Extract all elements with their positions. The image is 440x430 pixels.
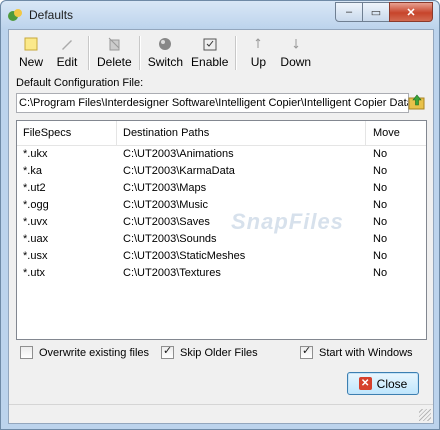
enable-icon: [203, 38, 217, 51]
toolbar-separator: [235, 36, 238, 70]
minimize-icon: –: [345, 6, 353, 18]
cell-filespec: *.ka: [23, 165, 42, 177]
cell-filespec: *.utx: [23, 267, 46, 279]
cell-destination: C:\UT2003\Maps: [123, 182, 207, 194]
cell-destination: C:\UT2003\Animations: [123, 148, 234, 160]
edit-label: Edit: [56, 55, 78, 69]
down-label: Down: [280, 55, 312, 69]
overwrite-checkbox[interactable]: Overwrite existing files: [20, 346, 149, 359]
column-header-filespecs[interactable]: FileSpecs: [23, 127, 71, 139]
window-close-icon: ✕: [406, 6, 416, 19]
skip-older-label: Skip Older Files: [180, 346, 258, 359]
table-row[interactable]: *.ukx C:\UT2003\Animations No: [17, 146, 426, 163]
down-icon: [293, 39, 299, 49]
window-title: Defaults: [29, 8, 74, 22]
cell-destination: C:\UT2003\Textures: [123, 267, 221, 279]
toolbar-separator: [88, 36, 90, 70]
cell-filespec: *.uvx: [23, 216, 48, 228]
table-row[interactable]: *.ka C:\UT2003\KarmaData No: [17, 163, 426, 180]
table-row[interactable]: *.utx C:\UT2003\Textures No: [17, 265, 426, 282]
browse-folder-icon[interactable]: [407, 92, 427, 112]
dialog-body: New Edit Delete Switch Enable Up Down De…: [8, 29, 434, 424]
switch-icon: [159, 38, 172, 50]
cell-move: No: [373, 267, 388, 279]
minimize-button[interactable]: –: [335, 2, 363, 22]
maximize-icon: ▭: [370, 6, 382, 19]
cell-move: No: [373, 233, 388, 245]
up-label: Up: [250, 55, 267, 69]
app-icon: [8, 9, 22, 21]
new-button[interactable]: New: [13, 36, 49, 69]
cell-destination: C:\UT2003\Saves: [123, 216, 210, 228]
enable-button[interactable]: Enable: [187, 36, 232, 69]
cell-filespec: *.usx: [23, 250, 48, 262]
cell-move: No: [373, 250, 388, 262]
list-header: FileSpecs Destination Paths Move: [17, 121, 426, 146]
cell-move: No: [373, 182, 388, 194]
cell-filespec: *.uax: [23, 233, 49, 245]
close-button[interactable]: ✕ Close: [347, 372, 419, 395]
toolbar: New Edit Delete Switch Enable Up Down: [13, 36, 315, 74]
toolbar-separator: [138, 36, 141, 70]
cell-move: No: [373, 148, 388, 160]
window-close-button[interactable]: ✕: [389, 2, 433, 22]
switch-button[interactable]: Switch: [144, 36, 187, 69]
table-row[interactable]: *.usx C:\UT2003\StaticMeshes No: [17, 248, 426, 265]
column-divider[interactable]: [116, 121, 117, 145]
cell-move: No: [373, 216, 388, 228]
cell-filespec: *.ut2: [23, 182, 46, 194]
title-bar[interactable]: Defaults – ▭ ✕: [1, 1, 439, 29]
checkbox-box[interactable]: [20, 346, 33, 359]
cell-destination: C:\UT2003\StaticMeshes: [123, 250, 246, 262]
window-controls: – ▭ ✕: [335, 2, 433, 22]
column-divider[interactable]: [365, 121, 366, 145]
table-row[interactable]: *.uax C:\UT2003\Sounds No: [17, 231, 426, 248]
close-label: Close: [376, 376, 408, 391]
config-file-label: Default Configuration File:: [16, 77, 144, 89]
switch-label: Switch: [147, 55, 184, 69]
cell-destination: C:\UT2003\KarmaData: [123, 165, 235, 177]
filespec-list[interactable]: FileSpecs Destination Paths Move *.ukx C:…: [16, 120, 427, 340]
maximize-button[interactable]: ▭: [362, 2, 390, 22]
resize-grip-icon[interactable]: [419, 409, 431, 421]
skip-older-checkbox[interactable]: Skip Older Files: [161, 344, 258, 359]
enable-label: Enable: [191, 55, 229, 69]
edit-icon: [62, 40, 72, 50]
cell-move: No: [373, 199, 388, 211]
table-row[interactable]: *.ut2 C:\UT2003\Maps No: [17, 180, 426, 197]
table-row[interactable]: *.ogg C:\UT2003\Music No: [17, 197, 426, 214]
checkbox-box[interactable]: [300, 344, 313, 359]
start-windows-checkbox[interactable]: Start with Windows: [300, 344, 413, 359]
delete-button[interactable]: Delete: [93, 36, 136, 69]
checkbox-box[interactable]: [161, 344, 174, 359]
table-row[interactable]: *.uvx C:\UT2003\Saves No: [17, 214, 426, 231]
config-file-field[interactable]: C:\Program Files\Interdesigner Software\…: [16, 93, 409, 113]
up-icon: [256, 38, 261, 48]
new-icon: [24, 37, 38, 51]
up-button[interactable]: Up: [240, 36, 276, 69]
cell-filespec: *.ogg: [23, 199, 49, 211]
new-label: New: [18, 55, 43, 69]
status-bar: [9, 404, 433, 423]
delete-icon: [108, 37, 120, 51]
cell-destination: C:\UT2003\Music: [123, 199, 208, 211]
start-windows-label: Start with Windows: [319, 346, 413, 359]
cell-filespec: *.ukx: [23, 148, 48, 160]
window: Defaults – ▭ ✕ New Edit Delete Switch En…: [0, 0, 440, 430]
cell-move: No: [373, 165, 388, 177]
close-icon: ✕: [358, 377, 372, 390]
down-button[interactable]: Down: [276, 36, 315, 69]
column-header-move[interactable]: Move: [373, 127, 400, 139]
delete-label: Delete: [97, 55, 132, 69]
column-header-destination[interactable]: Destination Paths: [123, 127, 209, 139]
edit-button[interactable]: Edit: [49, 36, 85, 69]
cell-destination: C:\UT2003\Sounds: [123, 233, 217, 245]
overwrite-label: Overwrite existing files: [39, 346, 150, 359]
